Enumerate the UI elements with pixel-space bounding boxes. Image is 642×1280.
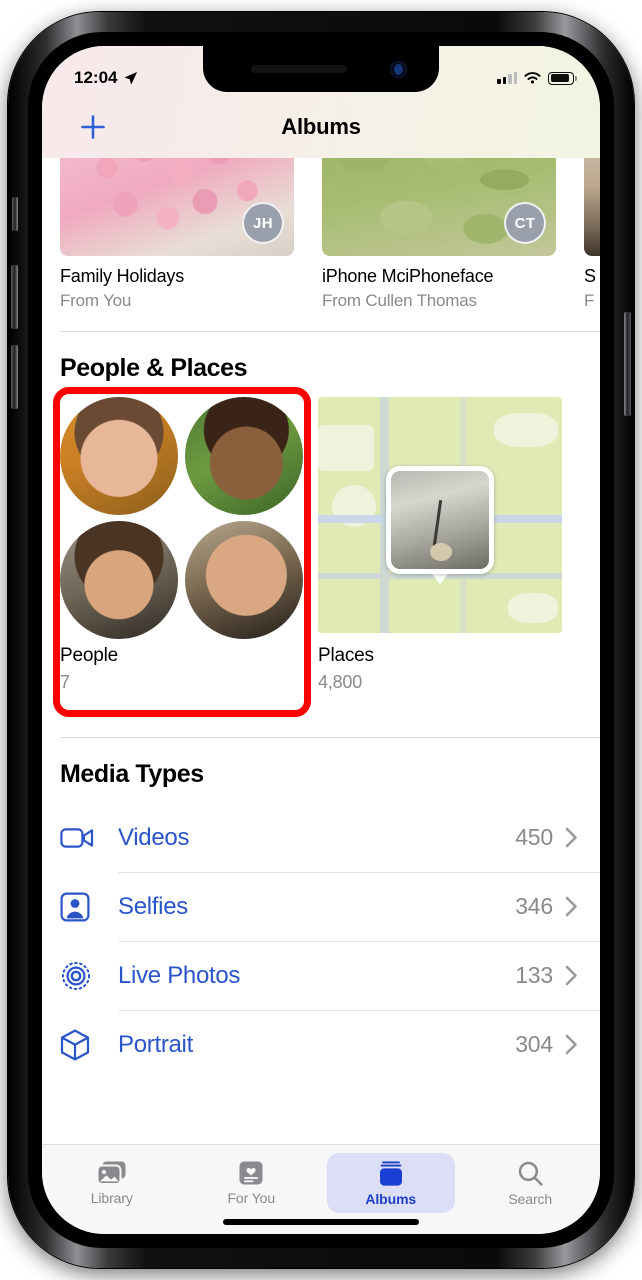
status-right (497, 71, 577, 85)
chevron-right-icon (565, 896, 578, 917)
tab-search[interactable]: Search (467, 1153, 595, 1213)
tab-label: For You (227, 1190, 276, 1206)
lamp-cord (432, 500, 443, 547)
volume-up-button[interactable] (11, 265, 18, 329)
chevron-right-icon (565, 827, 578, 848)
lamp-bulb (430, 543, 453, 562)
avatar: JH (242, 202, 284, 244)
album-title: Family Holidays (60, 266, 185, 286)
album-subtitle: From You (60, 291, 132, 310)
page-title: Albums (281, 114, 361, 139)
tab-label: Search (508, 1191, 553, 1207)
places-count: 4,800 (318, 672, 363, 692)
places-map (318, 397, 562, 633)
media-type-row-portrait[interactable]: Portrait 304 (60, 1010, 600, 1079)
media-type-label: Live Photos (118, 961, 241, 989)
map-field (318, 425, 374, 471)
home-indicator[interactable] (223, 1219, 419, 1225)
tab-label: Albums (365, 1191, 417, 1207)
face-thumbnail (60, 521, 178, 639)
media-type-count: 346 (515, 893, 553, 919)
media-types-heading: Media Types (60, 760, 204, 788)
map-photo-pin (386, 465, 494, 574)
album-subtitle: F (584, 291, 595, 310)
album-thumbnail: CT (322, 158, 556, 256)
people-label: People (60, 645, 118, 666)
people-places-heading: People & Places (60, 354, 248, 382)
shared-album-card[interactable]: CT iPhone MciPhoneface From Cullen Thoma… (322, 158, 556, 311)
silent-switch[interactable] (12, 197, 18, 231)
album-title: S (584, 266, 596, 286)
album-thumbnail: JH (60, 158, 294, 256)
media-type-count: 450 (515, 824, 553, 850)
places-label: Places (318, 645, 374, 666)
live-photo-icon (60, 960, 118, 992)
people-face-grid (60, 397, 304, 639)
map-field (508, 593, 558, 623)
face-thumbnail (185, 397, 303, 515)
people-places-row: People 7 Places 4,800 (42, 387, 600, 717)
notch (203, 46, 439, 92)
add-album-button[interactable] (76, 110, 110, 144)
photo-stack-icon (96, 1161, 126, 1185)
phone-screen: Albums 12:04 JH Family Holidays From You… (42, 46, 600, 1234)
face-thumbnail (185, 521, 303, 639)
tab-label: Library (90, 1190, 133, 1206)
shared-album-card[interactable]: S F (584, 158, 600, 311)
media-type-row-videos[interactable]: Videos 450 (60, 803, 600, 872)
magnifier-icon (518, 1161, 543, 1186)
power-button[interactable] (624, 312, 631, 416)
people-count: 7 (60, 672, 70, 692)
album-subtitle: From Cullen Thomas (322, 291, 477, 310)
volume-down-button[interactable] (11, 345, 18, 409)
media-type-count: 304 (515, 1031, 553, 1057)
media-type-count: 133 (515, 962, 553, 988)
media-types-section: Media Types Videos 450 Selfies 346 Live … (42, 738, 600, 1079)
album-title: iPhone MciPhoneface (322, 266, 494, 286)
media-type-label: Videos (118, 823, 190, 851)
albums-book-icon (379, 1161, 402, 1186)
album-thumbnail (584, 158, 600, 256)
earpiece-speaker-icon (251, 65, 347, 73)
cellular-signal-icon (497, 72, 517, 84)
media-type-label: Portrait (118, 1030, 193, 1058)
portrait-cube-icon (60, 1029, 118, 1061)
battery-icon (548, 71, 577, 85)
iphone-frame: Albums 12:04 JH Family Holidays From You… (8, 12, 634, 1268)
media-type-row-live-photos[interactable]: Live Photos 133 (60, 941, 600, 1010)
status-time: 12:04 (74, 68, 118, 87)
people-tile[interactable]: People 7 (60, 397, 304, 693)
nav-row: Albums (42, 102, 600, 152)
shared-album-card[interactable]: JH Family Holidays From You (60, 158, 294, 311)
plus-icon (81, 115, 105, 139)
albums-scroll-content[interactable]: JH Family Holidays From You CT iPhone Mc… (42, 158, 600, 1144)
media-type-label: Selfies (118, 892, 188, 920)
status-left: 12:04 (74, 68, 138, 88)
for-you-card-icon (239, 1161, 263, 1185)
chevron-right-icon (565, 1034, 578, 1055)
chevron-right-icon (565, 965, 578, 986)
wifi-icon (524, 72, 541, 84)
tab-albums[interactable]: Albums (327, 1153, 455, 1213)
front-camera-icon (390, 61, 407, 78)
tab-library[interactable]: Library (48, 1153, 176, 1212)
video-camera-icon (60, 825, 118, 851)
wood-photo (584, 158, 600, 256)
avatar: CT (504, 202, 546, 244)
location-arrow-icon (124, 71, 138, 85)
map-field (494, 413, 558, 447)
face-thumbnail (60, 397, 178, 515)
phone-bezel: Albums 12:04 JH Family Holidays From You… (28, 32, 614, 1248)
places-tile[interactable]: Places 4,800 (318, 397, 562, 693)
selfie-person-icon (60, 892, 118, 922)
media-type-row-selfies[interactable]: Selfies 346 (60, 872, 600, 941)
tab-for-you[interactable]: For You (188, 1153, 316, 1212)
shared-albums-strip[interactable]: JH Family Holidays From You CT iPhone Mc… (42, 158, 600, 311)
